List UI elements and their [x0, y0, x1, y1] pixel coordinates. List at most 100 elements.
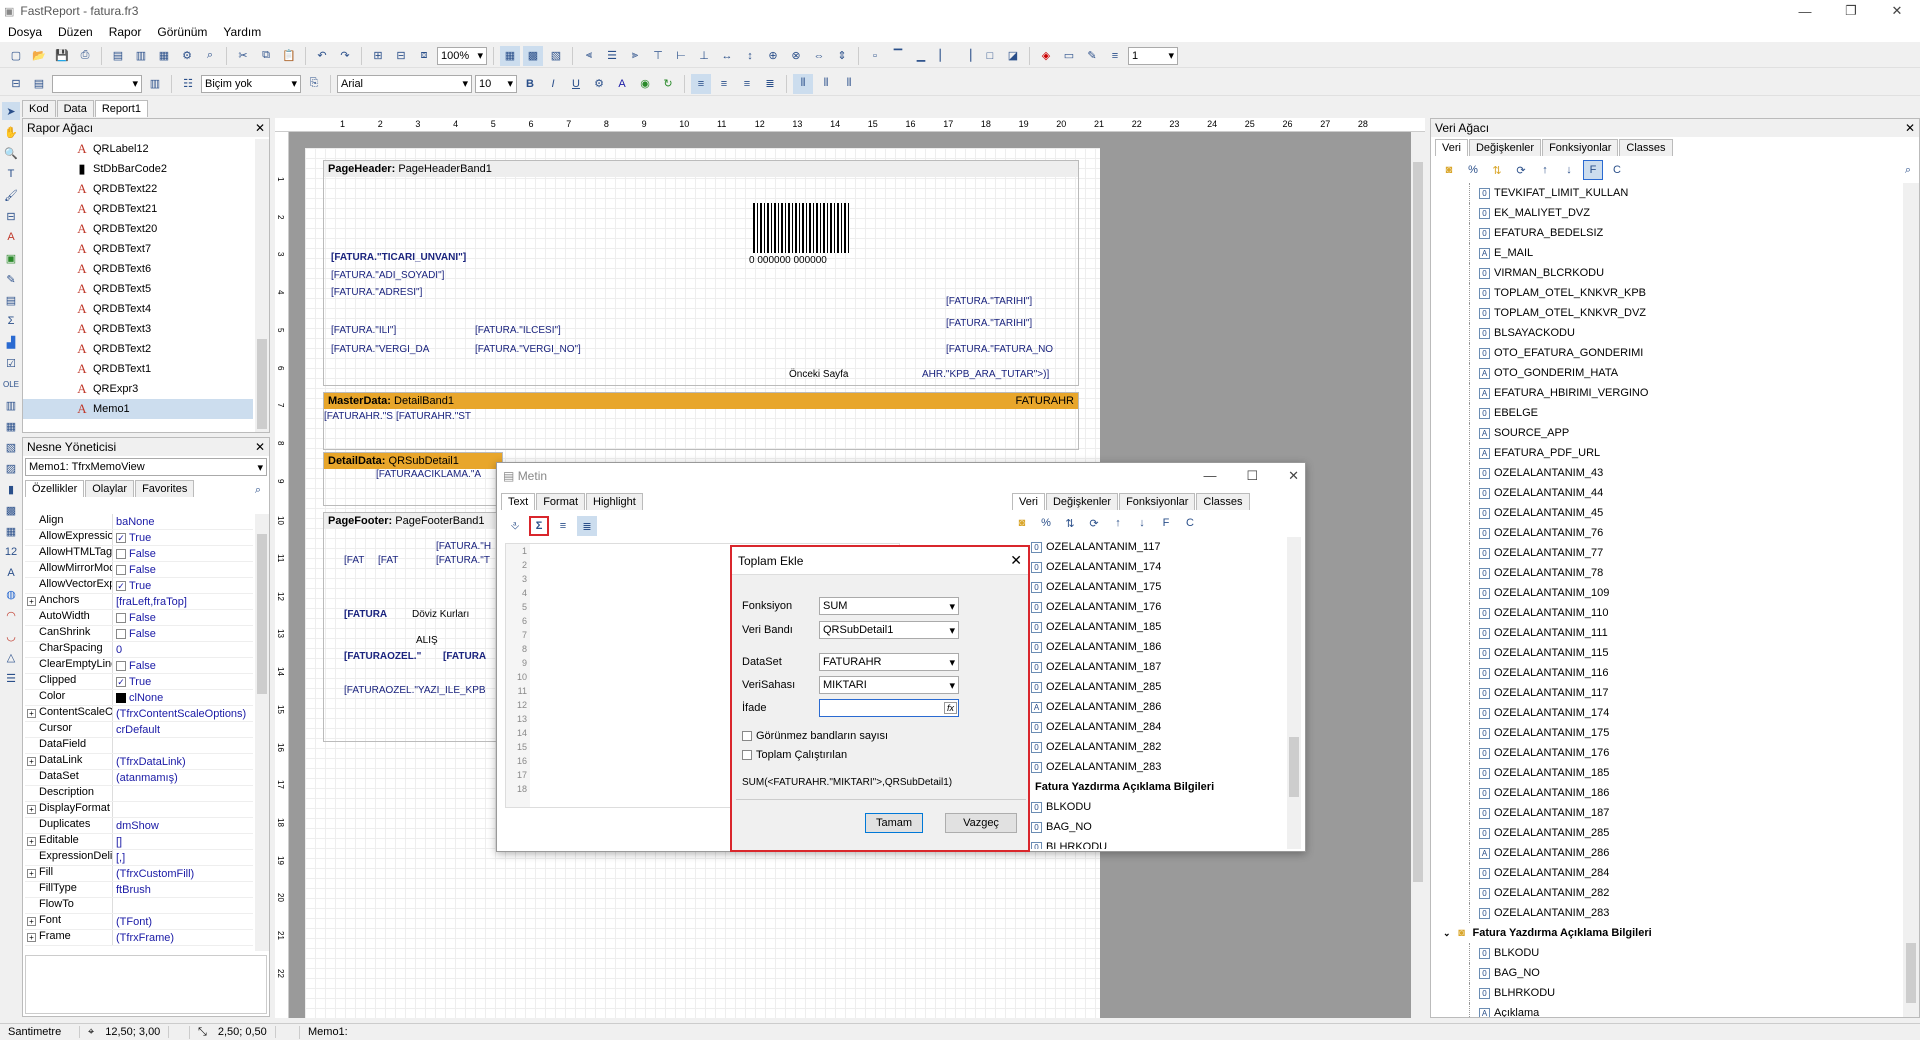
tree-item[interactable]: 0 OZELALANTANIM_187: [1431, 803, 1901, 823]
tree-item[interactable]: 0 BLKODU: [1431, 943, 1901, 963]
tab-data[interactable]: Data: [56, 100, 94, 117]
underline-icon[interactable]: U: [566, 74, 586, 94]
property-row[interactable]: CharSpacing 0: [25, 642, 253, 658]
menu-dosya[interactable]: Dosya: [0, 25, 50, 39]
tree-item[interactable]: 0 OZELALANTANIM_283: [1017, 757, 1287, 777]
field-faturahr-st[interactable]: [FATURAHR."ST: [396, 411, 471, 422]
designer-vscrollbar[interactable]: [1411, 132, 1425, 1018]
tab-degiskenler[interactable]: Değişkenler: [1468, 139, 1542, 156]
spacing-h-icon[interactable]: ↔: [717, 46, 737, 66]
property-row[interactable]: AllowVectorExport ✓True: [25, 578, 253, 594]
tree-item[interactable]: 0 OZELALANTANIM_174: [1017, 557, 1287, 577]
tree-item[interactable]: A EFATURA_HBIRIMI_VERGINO: [1431, 383, 1901, 403]
menu-duzen[interactable]: Düzen: [50, 25, 101, 39]
ungroup-icon[interactable]: ⊟: [391, 46, 411, 66]
property-row[interactable]: Align baNone: [25, 514, 253, 530]
cellular-text-icon[interactable]: A: [2, 564, 20, 582]
tab-fonksiyonlar[interactable]: Fonksiyonlar: [1542, 139, 1619, 156]
tree-item[interactable]: 0 BLSAYACKODU: [1431, 323, 1901, 343]
sort-asc-icon[interactable]: ↑: [1108, 513, 1128, 533]
expand-icon[interactable]: +: [27, 933, 36, 942]
valign-top-icon[interactable]: ⫴: [793, 73, 813, 94]
group-icon[interactable]: ⊞: [368, 46, 388, 66]
property-checkbox[interactable]: [116, 548, 126, 559]
property-row[interactable]: + Font (TFont): [25, 914, 253, 930]
tree-item[interactable]: A QRDBText22: [23, 179, 253, 199]
gorunmez-bandlar-checkbox[interactable]: [742, 731, 752, 741]
barcode-object-icon[interactable]: ▮: [2, 480, 20, 498]
tree-item[interactable]: 0 OZELALANTANIM_185: [1017, 617, 1287, 637]
memo-tree-scrollbar[interactable]: [1287, 537, 1301, 849]
tree-item[interactable]: 0 OZELALANTANIM_176: [1431, 743, 1901, 763]
tree-item[interactable]: A QRDBText20: [23, 219, 253, 239]
tree-item[interactable]: 0 BAG_NO: [1431, 963, 1901, 983]
property-checkbox[interactable]: ✓: [116, 676, 126, 687]
tree-item[interactable]: 0 OZELALANTANIM_285: [1017, 677, 1287, 697]
property-row[interactable]: + DataLink (TfrxDataLink): [25, 754, 253, 770]
property-row[interactable]: AllowExpressions✓True: [25, 530, 253, 546]
insert-expression-icon[interactable]: ⎀: [505, 516, 525, 536]
format-copy-icon[interactable]: 🖌: [2, 186, 20, 204]
text-align-left-icon[interactable]: ≡: [691, 73, 711, 94]
tree-item[interactable]: 0 OZELALANTANIM_284: [1017, 717, 1287, 737]
text-object-icon[interactable]: A: [2, 228, 20, 246]
property-row[interactable]: DataField: [25, 738, 253, 754]
search-icon[interactable]: ⌕: [1905, 164, 1911, 177]
barcode[interactable]: [753, 203, 850, 253]
minimize-button[interactable]: —: [1782, 0, 1828, 22]
tree-item[interactable]: 0 OZELALANTANIM_187: [1017, 657, 1287, 677]
tab-format[interactable]: Format: [536, 493, 586, 510]
field-vergi-no[interactable]: [FATURA."VERGI_NO"]: [475, 344, 581, 355]
zoom-combo[interactable]: 100% ▾: [437, 46, 487, 65]
tree-item[interactable]: 0 BLHRKODU: [1017, 837, 1287, 849]
text-align-center-icon[interactable]: ≡: [714, 74, 734, 94]
fill-color-icon[interactable]: ◈: [1036, 46, 1056, 66]
frame-right-icon[interactable]: ▕: [957, 46, 977, 66]
footer-field-4[interactable]: [FATURA."T: [436, 555, 490, 566]
property-row[interactable]: +ContentScaleOptions(TfrxContentScaleOpt…: [25, 706, 253, 722]
field-ili[interactable]: [FATURA."ILI"]: [331, 325, 396, 336]
object-selector[interactable]: Memo1: TfrxMemoView ▾: [25, 458, 267, 476]
tab-favorites[interactable]: Favorites: [135, 480, 195, 497]
tree-item[interactable]: A QRDBText21: [23, 199, 253, 219]
report-combo[interactable]: ▾: [52, 74, 142, 93]
font-settings-icon[interactable]: ⚙: [589, 74, 609, 94]
sort-desc-icon[interactable]: ↓: [1559, 160, 1579, 180]
align-center-icon[interactable]: ☰: [602, 46, 622, 66]
tree-item[interactable]: 0 BAG_NO: [1017, 817, 1287, 837]
tree-item[interactable]: 0 OZELALANTANIM_186: [1431, 783, 1901, 803]
ole-object-icon[interactable]: OLE: [2, 375, 20, 393]
globe-object-icon[interactable]: ◍: [2, 585, 20, 603]
property-row[interactable]: Clipped ✓ True: [25, 674, 253, 690]
property-row[interactable]: + Anchors [fraLeft,fraTop]: [25, 594, 253, 610]
fonksiyon-select[interactable]: SUM ▾: [819, 597, 959, 615]
hand-tool-icon[interactable]: ✋: [2, 123, 20, 141]
tree-item[interactable]: ▮ StDbBarCode2: [23, 159, 253, 179]
tree-item[interactable]: 0 OZELALANTANIM_117: [1017, 537, 1287, 557]
expand-icon[interactable]: +: [27, 917, 36, 926]
tree-item[interactable]: A QRDBText2: [23, 339, 253, 359]
property-row[interactable]: + Fill (TfrxCustomFill): [25, 866, 253, 882]
db-icon[interactable]: ◙: [1439, 160, 1459, 180]
zipcode-object-icon[interactable]: 12: [2, 543, 20, 561]
line-width-icon[interactable]: ≡: [1105, 46, 1125, 66]
shapes-object-icon[interactable]: △: [2, 648, 20, 666]
gauge-object-icon[interactable]: ◠: [2, 606, 20, 624]
sum-tool-icon[interactable]: Σ: [2, 312, 20, 330]
expand-icon[interactable]: +: [27, 757, 36, 766]
draw-tool-icon[interactable]: ✎: [2, 270, 20, 288]
text-tool-icon[interactable]: T: [2, 165, 20, 183]
tree-item[interactable]: 0 OZELALANTANIM_285: [1431, 823, 1901, 843]
new-icon[interactable]: ▢: [6, 46, 26, 66]
report-tree-list[interactable]: A QRLabel12 ▮ StDbBarCode2 A QRDBText22 A QRDBT…: [23, 139, 253, 432]
menu-yardim[interactable]: Yardım: [215, 25, 269, 39]
new-page-icon[interactable]: ▤: [108, 46, 128, 66]
center-h-icon[interactable]: ⊕: [763, 46, 783, 66]
close-icon[interactable]: ✕: [255, 440, 265, 454]
text-justify-icon[interactable]: ≣: [760, 74, 780, 94]
property-row[interactable]: FillType ftBrush: [25, 882, 253, 898]
frame-color-icon[interactable]: ▭: [1059, 46, 1079, 66]
tree-item[interactable]: A QRLabel12: [23, 139, 253, 159]
grid-align-icon[interactable]: ▩: [523, 45, 543, 66]
toplam-calistirilan-checkbox[interactable]: [742, 750, 752, 760]
